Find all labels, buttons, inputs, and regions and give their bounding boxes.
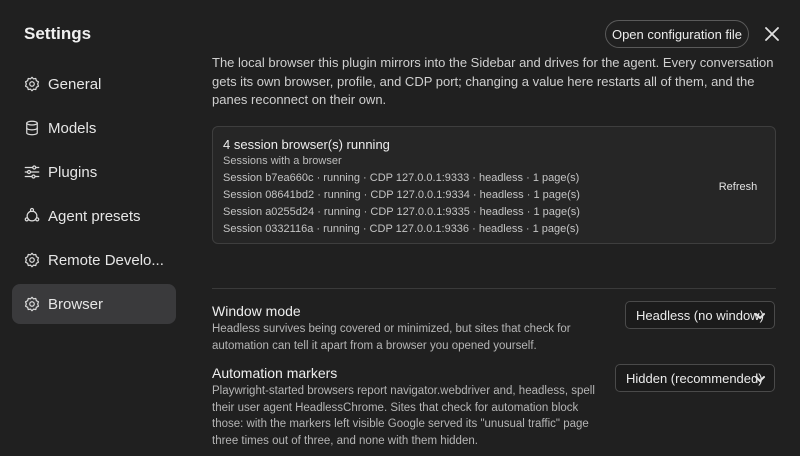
- session-status-panel: 4 session browser(s) running Sessions wi…: [212, 126, 776, 244]
- sidebar-item-plugins[interactable]: Plugins: [12, 152, 176, 192]
- open-configuration-file-button[interactable]: Open configuration file: [605, 20, 749, 48]
- sidebar-item-remote-development[interactable]: Remote Develo...: [12, 240, 176, 280]
- sidebar-item-agent-presets[interactable]: Agent presets: [12, 196, 176, 236]
- automation-markers-selected-value: Hidden (recommended): [626, 370, 763, 386]
- window-mode-title: Window mode: [212, 303, 301, 319]
- session-row: Session 0332116a · running · CDP 127.0.0…: [223, 223, 580, 235]
- sliders-icon: [23, 163, 41, 181]
- close-icon: [765, 27, 779, 41]
- automation-markers-title: Automation markers: [212, 365, 338, 381]
- sidebar-item-label: General: [48, 75, 102, 93]
- sidebar: Settings General Models Plugins Agent pr…: [0, 0, 188, 456]
- sidebar-item-models[interactable]: Models: [12, 108, 176, 148]
- automation-markers-select[interactable]: Hidden (recommended): [615, 364, 775, 392]
- session-status-subtitle: Sessions with a browser: [223, 155, 342, 167]
- sidebar-item-general[interactable]: General: [12, 64, 176, 104]
- refresh-button[interactable]: Refresh: [711, 177, 765, 197]
- agent-icon: [23, 207, 41, 225]
- sidebar-item-label: Agent presets: [48, 207, 141, 225]
- sidebar-item-label: Plugins: [48, 163, 98, 181]
- window-mode-description: Headless survives being covered or minim…: [212, 323, 571, 352]
- close-button[interactable]: [760, 22, 784, 46]
- chevron-down-icon: [754, 310, 766, 322]
- sidebar-item-label: Browser: [48, 295, 104, 313]
- session-row: Session 08641bd2 · running · CDP 127.0.0…: [223, 189, 580, 201]
- gear-icon: [23, 75, 41, 93]
- browser-intro-text: The local browser this plugin mirrors in…: [212, 55, 774, 107]
- automation-markers-description: Playwright-started browsers report navig…: [212, 385, 595, 447]
- sidebar-item-label: Remote Develo...: [48, 251, 164, 269]
- gear-icon: [23, 251, 41, 269]
- session-row: Session a0255d24 · running · CDP 127.0.0…: [223, 206, 580, 218]
- window-mode-selected-value: Headless (no window): [636, 307, 764, 323]
- chevron-down-icon: [754, 373, 766, 385]
- session-row: Session b7ea660c · running · CDP 127.0.0…: [223, 172, 580, 184]
- database-icon: [23, 119, 41, 137]
- gear-icon: [23, 295, 41, 313]
- section-divider: [212, 288, 776, 289]
- session-status-title: 4 session browser(s) running: [223, 137, 390, 152]
- sidebar-title: Settings: [24, 24, 92, 43]
- sidebar-item-browser[interactable]: Browser: [12, 284, 176, 324]
- settings-window: Settings General Models Plugins Agent pr…: [0, 0, 800, 456]
- sidebar-item-label: Models: [48, 119, 97, 137]
- window-mode-select[interactable]: Headless (no window): [625, 301, 775, 329]
